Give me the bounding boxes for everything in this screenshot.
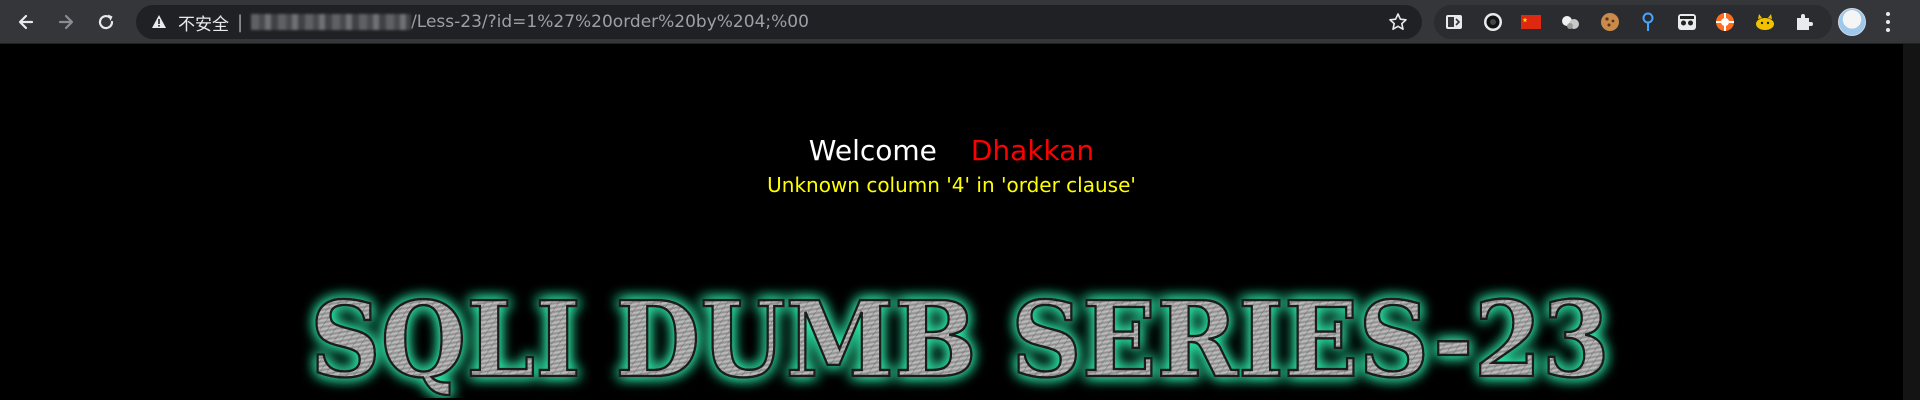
clouds-extension-icon[interactable] bbox=[1560, 11, 1582, 33]
username-text: Dhakkan bbox=[970, 134, 1095, 167]
sidebar-extension-icon[interactable] bbox=[1444, 11, 1465, 33]
blurred-host bbox=[251, 14, 412, 30]
url-path[interactable]: /Less-23/?id=1%27%20order%20by%204;%00 bbox=[411, 12, 809, 32]
page-content: Welcome Dhakkan Unknown column '4' in 'or… bbox=[0, 44, 1903, 400]
url-separator: | bbox=[237, 11, 244, 33]
forward-button[interactable] bbox=[48, 4, 84, 40]
back-button[interactable] bbox=[8, 4, 44, 40]
browser-toolbar: 不安全 | /Less-23/?id=1%27%20order%20by%204… bbox=[0, 0, 1920, 44]
reload-icon bbox=[98, 14, 114, 29]
puzzle-icon[interactable] bbox=[1794, 11, 1815, 33]
pin-extension-icon[interactable] bbox=[1638, 11, 1659, 33]
welcome-text: Welcome bbox=[808, 134, 937, 167]
scrollbar-track[interactable] bbox=[1903, 44, 1920, 400]
flag-extension-icon[interactable] bbox=[1521, 11, 1542, 33]
cat-extension-icon[interactable] bbox=[1754, 11, 1776, 33]
profile-avatar[interactable] bbox=[1838, 8, 1866, 36]
welcome-line: Welcome Dhakkan bbox=[0, 134, 1903, 168]
record-extension-icon[interactable] bbox=[1483, 11, 1504, 33]
cookie-extension-icon[interactable] bbox=[1600, 11, 1621, 33]
reload-button[interactable] bbox=[88, 4, 124, 40]
series-banner: SQLI DUMB SERIES-23 bbox=[309, 278, 1612, 398]
extensions-area bbox=[1434, 5, 1832, 39]
back-arrow-icon bbox=[18, 14, 34, 29]
star-icon[interactable] bbox=[1388, 12, 1408, 32]
security-label[interactable]: 不安全 bbox=[178, 10, 229, 35]
warning-triangle-icon[interactable] bbox=[150, 13, 168, 31]
lifebuoy-extension-icon[interactable] bbox=[1715, 11, 1736, 33]
more-vert-icon[interactable] bbox=[1882, 10, 1894, 34]
forward-arrow-icon bbox=[58, 14, 74, 29]
address-bar[interactable]: 不安全 | /Less-23/?id=1%27%20order%20by%204… bbox=[136, 5, 1422, 39]
mask-extension-icon[interactable] bbox=[1677, 11, 1698, 33]
sql-error-message: Unknown column '4' in 'order clause' bbox=[767, 173, 1136, 197]
banner-title: SQLI DUMB SERIES-23 bbox=[310, 278, 1610, 398]
